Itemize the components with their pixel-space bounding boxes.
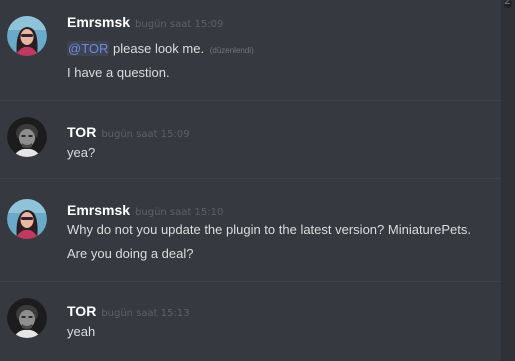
message-text: yeah <box>67 324 96 339</box>
edited-label: (düzenlendi) <box>209 46 254 55</box>
message-timestamp: bugün saat 15:09 <box>101 129 190 140</box>
message-text: Why do not you update the plugin to the … <box>67 222 471 237</box>
user-avatar-woman-icon[interactable] <box>7 199 47 239</box>
message-text: I have a question. <box>67 65 170 80</box>
message-divider <box>0 100 501 101</box>
user-avatar-woman-icon[interactable] <box>7 16 47 56</box>
user-avatar-man-icon[interactable] <box>7 298 47 338</box>
message-text: yea? <box>67 145 96 160</box>
message-fragment: please look me. <box>109 41 205 56</box>
message-timestamp: bugün saat 15:09 <box>135 19 224 30</box>
message-divider <box>0 178 501 179</box>
username[interactable]: TOR <box>67 303 96 319</box>
user-avatar-man-icon[interactable] <box>7 117 47 157</box>
message-timestamp: bugün saat 15:13 <box>101 308 190 319</box>
user-mention[interactable]: @TOR <box>67 41 110 56</box>
message-timestamp: bugün saat 15:10 <box>135 207 224 218</box>
scrollbar-track[interactable] <box>501 0 515 361</box>
username[interactable]: TOR <box>67 124 96 140</box>
top-edge-number: 2 <box>504 0 511 7</box>
message-divider <box>0 281 501 282</box>
message-text: @TOR please look me. (düzenlendi) <box>67 41 254 56</box>
username[interactable]: Emrsmsk <box>67 14 130 30</box>
username[interactable]: Emrsmsk <box>67 202 130 218</box>
message-text: Are you doing a deal? <box>67 246 194 261</box>
